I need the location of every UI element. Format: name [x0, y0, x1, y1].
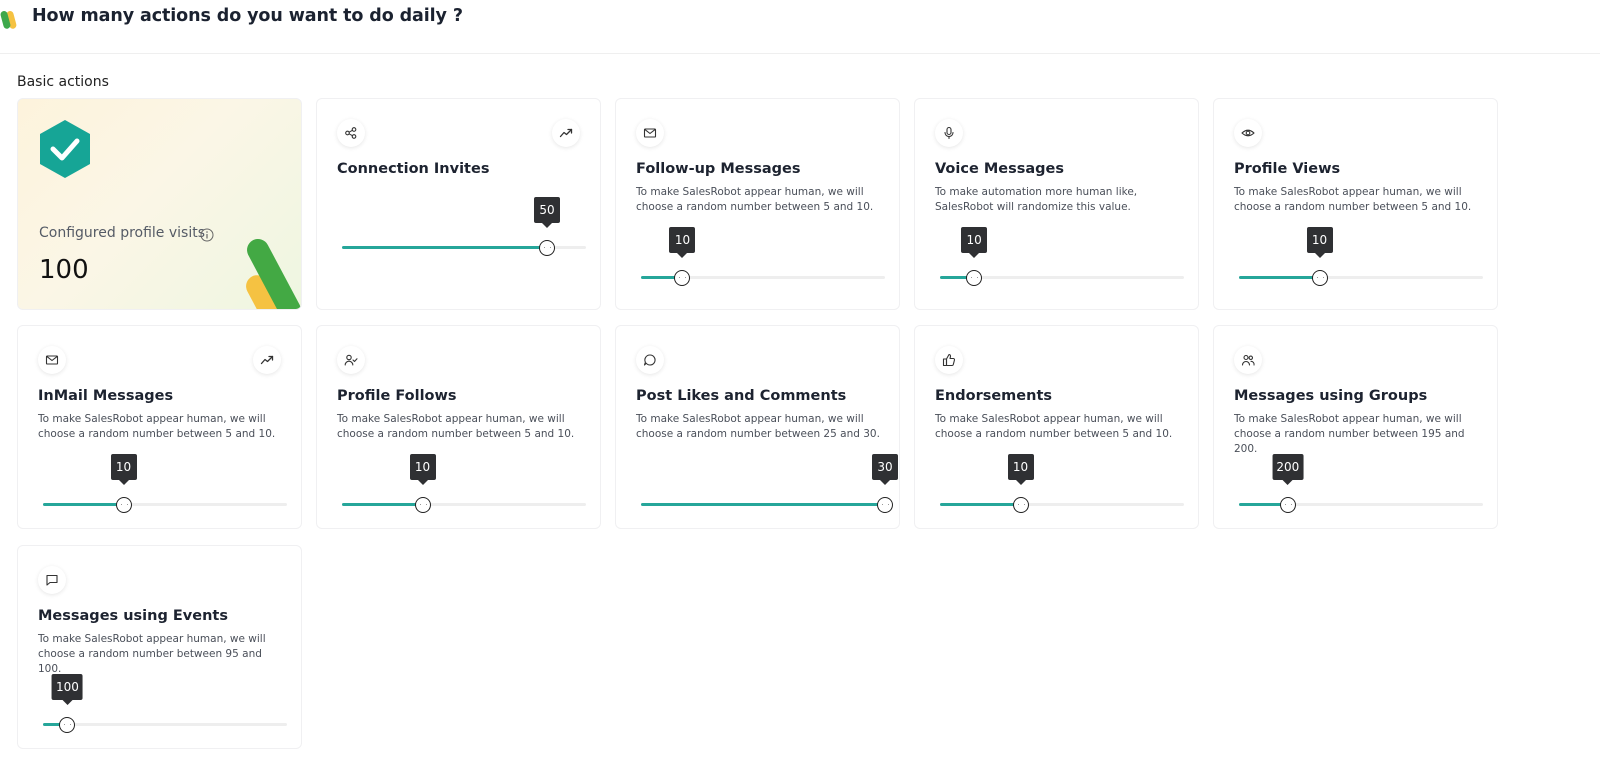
- card-title: Endorsements: [935, 388, 1053, 404]
- page-title: How many actions do you want to do daily…: [32, 6, 463, 26]
- slider-thumb[interactable]: [877, 497, 893, 513]
- slider-thumb[interactable]: [966, 270, 983, 286]
- card-title: Messages using Events: [38, 608, 228, 624]
- comment-icon: [636, 346, 664, 374]
- inmail-messages-slider[interactable]: 10: [43, 454, 287, 514]
- info-icon[interactable]: [200, 228, 214, 242]
- mail-icon: [636, 119, 664, 147]
- messages-using-events-slider[interactable]: 100: [43, 674, 287, 734]
- inmail-messages-card: InMail Messages To make SalesRobot appear…: [17, 325, 302, 529]
- endorsements-card: Endorsements To make SalesRobot appear hu…: [914, 325, 1199, 529]
- check-shield-icon: [40, 120, 90, 178]
- mail-icon: [38, 346, 66, 374]
- profile-views-card: Profile Views To make SalesRobot appear h…: [1213, 98, 1498, 310]
- slider-value-tooltip: 10: [669, 227, 696, 258]
- profile-follows-slider[interactable]: 10: [342, 454, 586, 514]
- slider-thumb[interactable]: [414, 497, 431, 513]
- slider-fill: [342, 503, 423, 506]
- eye-icon: [1234, 119, 1262, 147]
- slider-thumb[interactable]: [1279, 497, 1296, 513]
- card-description: To make SalesRobot appear human, we will…: [1234, 413, 1465, 455]
- trending-up-icon[interactable]: [552, 119, 580, 147]
- card-description: To make SalesRobot appear human, we will…: [38, 633, 266, 675]
- card-title: InMail Messages: [38, 388, 174, 404]
- slider-value-tooltip: 50: [533, 197, 560, 228]
- salesrobot-logo: [0, 11, 17, 29]
- slider-value-tooltip: 10: [961, 227, 988, 258]
- slider-value-tooltip: 100: [51, 674, 83, 705]
- user-check-icon: [337, 346, 365, 374]
- configured-visits-label: Configured profile visits: [39, 225, 206, 241]
- follow-up-messages-slider[interactable]: 10: [641, 227, 885, 287]
- card-description: To make SalesRobot appear human, we will…: [337, 413, 575, 440]
- follow-up-messages-card: Follow-up Messages To make SalesRobot app…: [615, 98, 900, 310]
- slider-value-tooltip: 10: [1306, 227, 1333, 258]
- card-description: To make SalesRobot appear human, we will…: [38, 413, 276, 440]
- slider-fill: [1239, 276, 1320, 279]
- configured-visits-value: 100: [39, 255, 89, 285]
- card-description: To make SalesRobot appear human, we will…: [636, 413, 880, 440]
- card-description: To make SalesRobot appear human, we will…: [935, 413, 1173, 440]
- slider-value-tooltip: 200: [1272, 454, 1304, 485]
- slider-fill: [940, 503, 1021, 506]
- post-likes-and-comments-slider[interactable]: 30: [641, 454, 898, 514]
- card-title: Connection Invites: [337, 161, 490, 177]
- slider-thumb[interactable]: [1012, 497, 1029, 513]
- endorsements-slider[interactable]: 10: [940, 454, 1184, 514]
- profile-visits-card: Configured profile visits 100: [17, 98, 302, 310]
- card-title: Profile Follows: [337, 388, 457, 404]
- voice-messages-card: Voice Messages To make automation more hu…: [914, 98, 1199, 310]
- profile-views-slider[interactable]: 10: [1239, 227, 1483, 287]
- card-title: Messages using Groups: [1234, 388, 1428, 404]
- connection-invites-card: Connection Invites 50: [316, 98, 601, 310]
- slider-fill: [43, 503, 124, 506]
- profile-follows-card: Profile Follows To make SalesRobot appear…: [316, 325, 601, 529]
- messages-using-groups-slider[interactable]: 200: [1239, 454, 1483, 514]
- slider-fill: [342, 246, 547, 249]
- card-title: Follow-up Messages: [636, 161, 801, 177]
- post-likes-and-comments-card: Post Likes and Comments To make SalesRobo…: [615, 325, 900, 529]
- top-bar: How many actions do you want to do daily…: [0, 0, 1600, 54]
- thumbs-up-icon: [935, 346, 963, 374]
- messages-using-events-card: Messages using Events To make SalesRobot …: [17, 545, 302, 749]
- microphone-icon: [935, 119, 963, 147]
- slider-thumb[interactable]: [115, 497, 132, 513]
- card-title: Voice Messages: [935, 161, 1064, 177]
- slider-track[interactable]: [43, 723, 287, 726]
- slider-thumb[interactable]: [1311, 270, 1328, 286]
- slider-value-tooltip: 10: [1007, 454, 1034, 485]
- card-description: To make automation more human like, Sale…: [935, 186, 1138, 213]
- share-icon: [337, 119, 365, 147]
- trending-up-icon[interactable]: [253, 346, 281, 374]
- card-description: To make SalesRobot appear human, we will…: [1234, 186, 1472, 213]
- connection-invites-slider[interactable]: 50: [342, 197, 586, 257]
- slider-value-tooltip: 10: [409, 454, 436, 485]
- section-label: Basic actions: [17, 74, 109, 90]
- messages-using-groups-card: Messages using Groups To make SalesRobot …: [1213, 325, 1498, 529]
- message-square-icon: [38, 566, 66, 594]
- card-title: Post Likes and Comments: [636, 388, 847, 404]
- slider-thumb[interactable]: [538, 240, 555, 256]
- voice-messages-slider[interactable]: 10: [940, 227, 1184, 287]
- slider-value-tooltip: 30: [872, 454, 898, 485]
- slider-value-tooltip: 10: [110, 454, 137, 485]
- card-title: Profile Views: [1234, 161, 1341, 177]
- slider-fill: [641, 503, 885, 506]
- slider-thumb[interactable]: [674, 270, 691, 286]
- users-icon: [1234, 346, 1262, 374]
- decorative-stripes: [246, 238, 301, 309]
- slider-thumb[interactable]: [59, 717, 76, 733]
- card-description: To make SalesRobot appear human, we will…: [636, 186, 874, 213]
